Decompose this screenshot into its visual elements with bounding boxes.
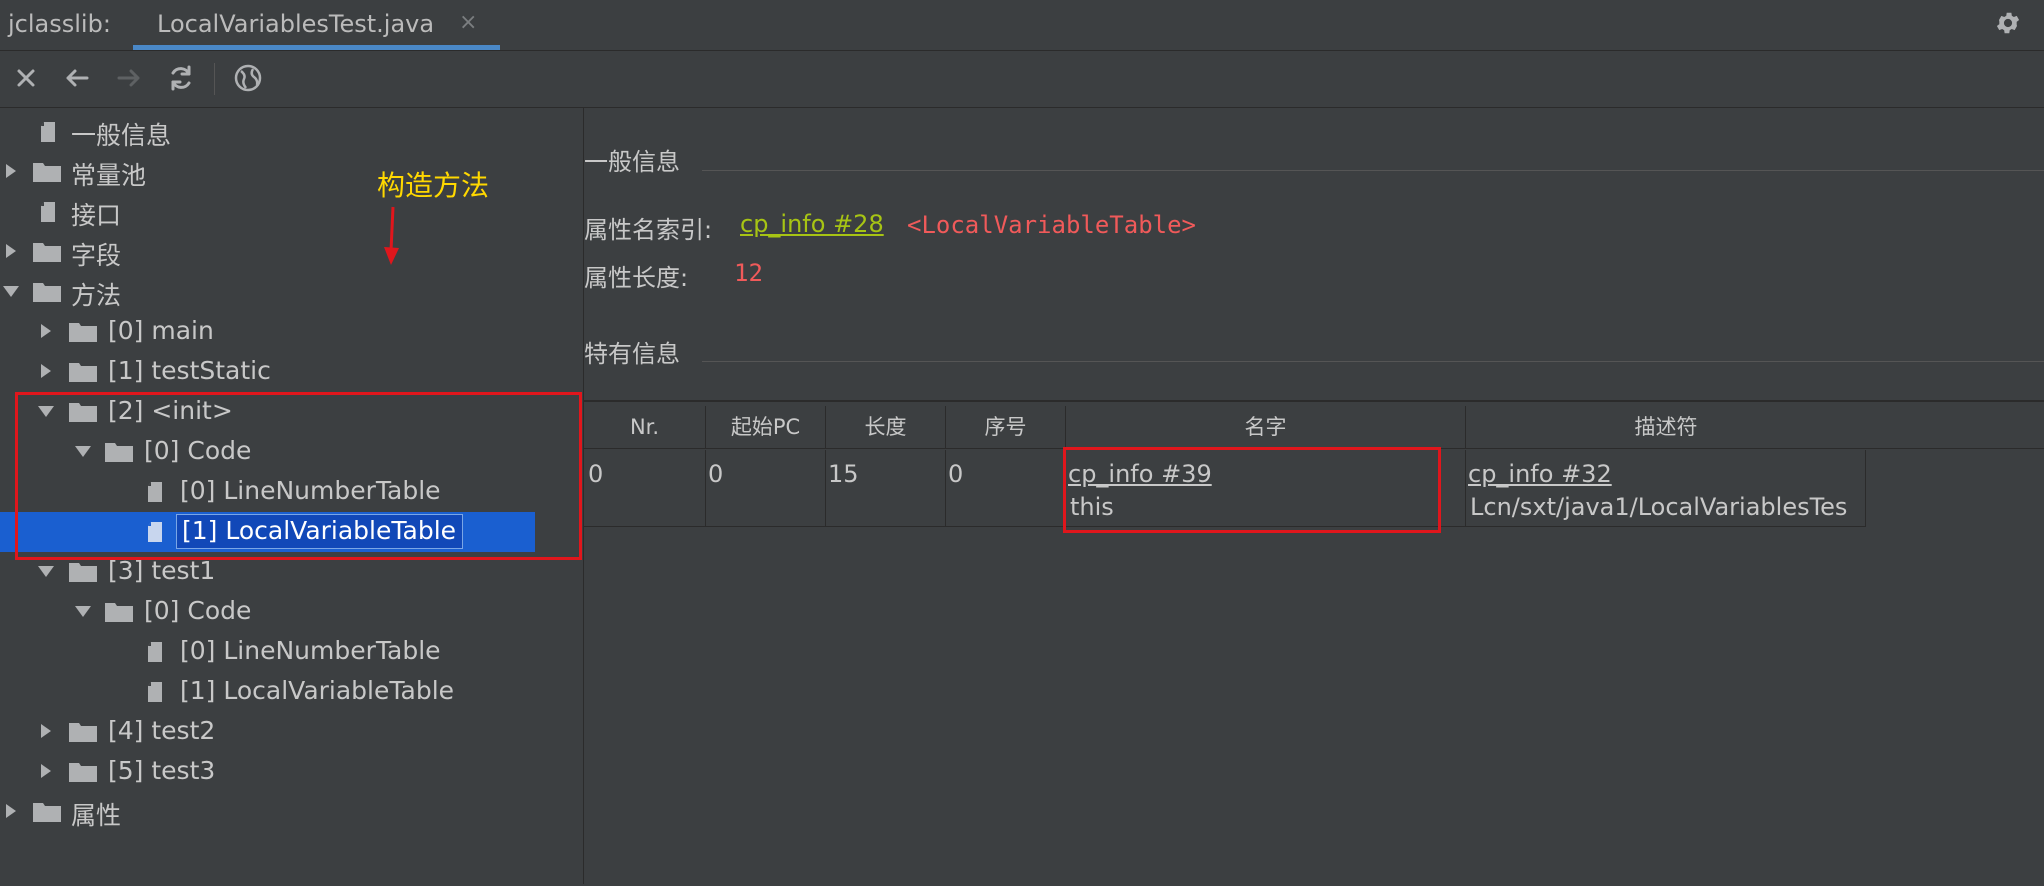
tree-node-label: [1] LocalVariableTable	[180, 676, 455, 705]
cell-descriptor-value: Lcn/sxt/java1/LocalVariablesTes	[1470, 493, 1848, 521]
specific-info-title: 特有信息	[584, 340, 680, 368]
collapse-arrow-icon[interactable]	[37, 562, 55, 580]
expand-arrow-icon[interactable]	[2, 802, 20, 820]
folder-icon	[105, 603, 133, 622]
cell-index: 0	[948, 460, 964, 488]
tree-node-label: 方法	[71, 281, 122, 310]
gear-icon[interactable]	[1994, 9, 2022, 37]
tree-node-label: [0] Code	[144, 596, 252, 625]
column-header-name[interactable]: 名字	[1066, 406, 1466, 448]
folder-icon	[69, 563, 97, 582]
tree-node-methods[interactable]: 方法	[0, 272, 583, 312]
forward-arrow-icon[interactable]	[112, 61, 146, 95]
tree-node-label: [3] test1	[108, 556, 216, 585]
expand-arrow-icon[interactable]	[2, 162, 20, 180]
collapse-arrow-icon[interactable]	[2, 282, 20, 300]
tree-node-method-teststatic[interactable]: [1] testStatic	[0, 352, 583, 392]
folder-icon	[69, 723, 97, 742]
tree-node-test1-localvariabletable[interactable]: [1] LocalVariableTable	[0, 672, 583, 712]
expand-arrow-icon[interactable]	[37, 362, 55, 380]
folder-icon	[69, 323, 97, 342]
cell-start-pc: 0	[708, 460, 724, 488]
expand-arrow-icon[interactable]	[37, 322, 55, 340]
editor-tab-bar: jclasslib: LocalVariablesTest.java ×	[0, 0, 2044, 51]
section-divider	[702, 170, 2044, 171]
column-header-length[interactable]: 长度	[826, 406, 946, 448]
column-header-nr[interactable]: Nr.	[584, 406, 706, 448]
table-header: Nr. 起始PC 长度 序号 名字 描述符	[584, 406, 2044, 449]
toolbar-separator	[214, 63, 215, 95]
annotation-highlight-box-name	[1063, 447, 1441, 533]
attr-name-index-link[interactable]: cp_info #28	[740, 210, 884, 238]
tree-node-test1-code[interactable]: [0] Code	[0, 592, 583, 632]
folder-icon	[33, 803, 61, 822]
file-tab-label: LocalVariablesTest.java	[157, 10, 435, 38]
tree-node-label: 常量池	[71, 161, 147, 190]
tree-node-constant-pool[interactable]: 常量池	[0, 152, 583, 192]
section-divider	[702, 361, 2044, 362]
file-tab[interactable]: LocalVariablesTest.java ×	[133, 0, 500, 50]
collapse-arrow-icon[interactable]	[74, 602, 92, 620]
attr-name-value: <LocalVariableTable>	[907, 211, 1196, 239]
column-separator	[1865, 450, 1866, 526]
tree-node-label: [1] testStatic	[108, 356, 271, 385]
expand-arrow-icon[interactable]	[37, 722, 55, 740]
tree-node-fields[interactable]: 字段	[0, 232, 583, 272]
tree-node-attributes[interactable]: 属性	[0, 792, 583, 832]
attr-name-index-label: 属性名索引:	[584, 216, 713, 244]
attr-length-value: 12	[734, 259, 763, 287]
general-info-title: 一般信息	[584, 148, 680, 176]
tree-node-method-main[interactable]: [0] main	[0, 312, 583, 352]
toolbar	[0, 51, 2044, 108]
refresh-icon[interactable]	[164, 61, 198, 95]
tree-node-label: [5] test3	[108, 756, 216, 785]
close-tab-icon[interactable]: ×	[459, 10, 477, 35]
folder-icon	[69, 763, 97, 782]
tree-node-label: 接口	[71, 201, 122, 230]
back-arrow-icon[interactable]	[60, 61, 94, 95]
attr-length-label: 属性长度:	[584, 264, 689, 292]
annotation-arrow-icon	[384, 206, 399, 265]
tree-node-label: 属性	[71, 801, 122, 830]
annotation-highlight-box-init	[15, 392, 582, 560]
tree-node-test1-linenumbertable[interactable]: [0] LineNumberTable	[0, 632, 583, 672]
file-icon	[41, 202, 55, 222]
tree-node-method-test3[interactable]: [5] test3	[0, 752, 583, 792]
column-separator	[1465, 450, 1466, 526]
cell-nr: 0	[588, 460, 604, 488]
tree-node-general-info[interactable]: 一般信息	[0, 112, 583, 152]
folder-icon	[33, 243, 61, 262]
file-icon	[41, 122, 55, 142]
cell-descriptor-link[interactable]: cp_info #32	[1468, 460, 1612, 488]
column-header-descriptor[interactable]: 描述符	[1466, 406, 1866, 448]
tree-node-label: 字段	[71, 241, 122, 270]
column-header-index[interactable]: 序号	[946, 406, 1066, 448]
folder-icon	[69, 363, 97, 382]
file-icon	[148, 642, 162, 662]
column-separator	[945, 450, 946, 526]
tree-node-label: [0] main	[108, 316, 214, 345]
app-name-label: jclasslib:	[8, 10, 111, 38]
annotation-constructor-label: 构造方法	[377, 169, 490, 202]
tree-node-label: [4] test2	[108, 716, 216, 745]
tree-node-method-test2[interactable]: [4] test2	[0, 712, 583, 752]
web-icon[interactable]	[231, 61, 265, 95]
file-icon	[148, 682, 162, 702]
expand-arrow-icon[interactable]	[2, 242, 20, 260]
column-header-start-pc[interactable]: 起始PC	[706, 406, 826, 448]
column-separator	[705, 450, 706, 526]
folder-icon	[33, 283, 61, 302]
tree-node-interfaces[interactable]: 接口	[0, 192, 583, 232]
folder-icon	[33, 163, 61, 182]
expand-arrow-icon[interactable]	[37, 762, 55, 780]
tree-node-label: [0] LineNumberTable	[180, 636, 441, 665]
cell-length: 15	[828, 460, 859, 488]
active-tab-indicator	[133, 45, 500, 50]
tree-node-label: 一般信息	[71, 121, 172, 150]
column-separator	[825, 450, 826, 526]
close-icon[interactable]	[9, 61, 43, 95]
